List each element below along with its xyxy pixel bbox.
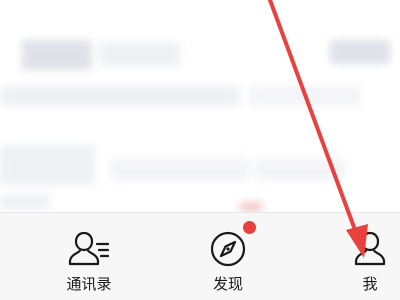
compass-icon — [206, 221, 256, 269]
tab-discover[interactable]: 发现 — [183, 221, 273, 299]
tab-contacts[interactable]: 通讯录 — [44, 229, 134, 299]
blurred-block — [22, 40, 92, 70]
blurred-block — [0, 145, 95, 185]
blurred-block — [100, 42, 180, 66]
tab-discover-label: 发现 — [212, 275, 243, 293]
blurred-block — [240, 202, 262, 212]
blurred-content-area — [0, 0, 400, 212]
notification-badge — [243, 221, 256, 234]
bottom-tab-bar: 通讯录 发现 我 — [0, 212, 400, 300]
tab-contacts-label: 通讯录 — [66, 275, 112, 293]
blurred-block — [255, 158, 345, 180]
tab-me[interactable]: 我 — [325, 229, 400, 299]
blurred-block — [250, 86, 360, 106]
tab-me-label: 我 — [362, 275, 378, 293]
blurred-block — [0, 86, 240, 106]
blurred-block — [110, 158, 250, 180]
contacts-icon — [67, 229, 111, 269]
blurred-block — [0, 195, 50, 209]
screen: 通讯录 发现 我 — [0, 0, 400, 300]
person-icon — [348, 229, 392, 269]
blurred-block — [330, 40, 390, 64]
